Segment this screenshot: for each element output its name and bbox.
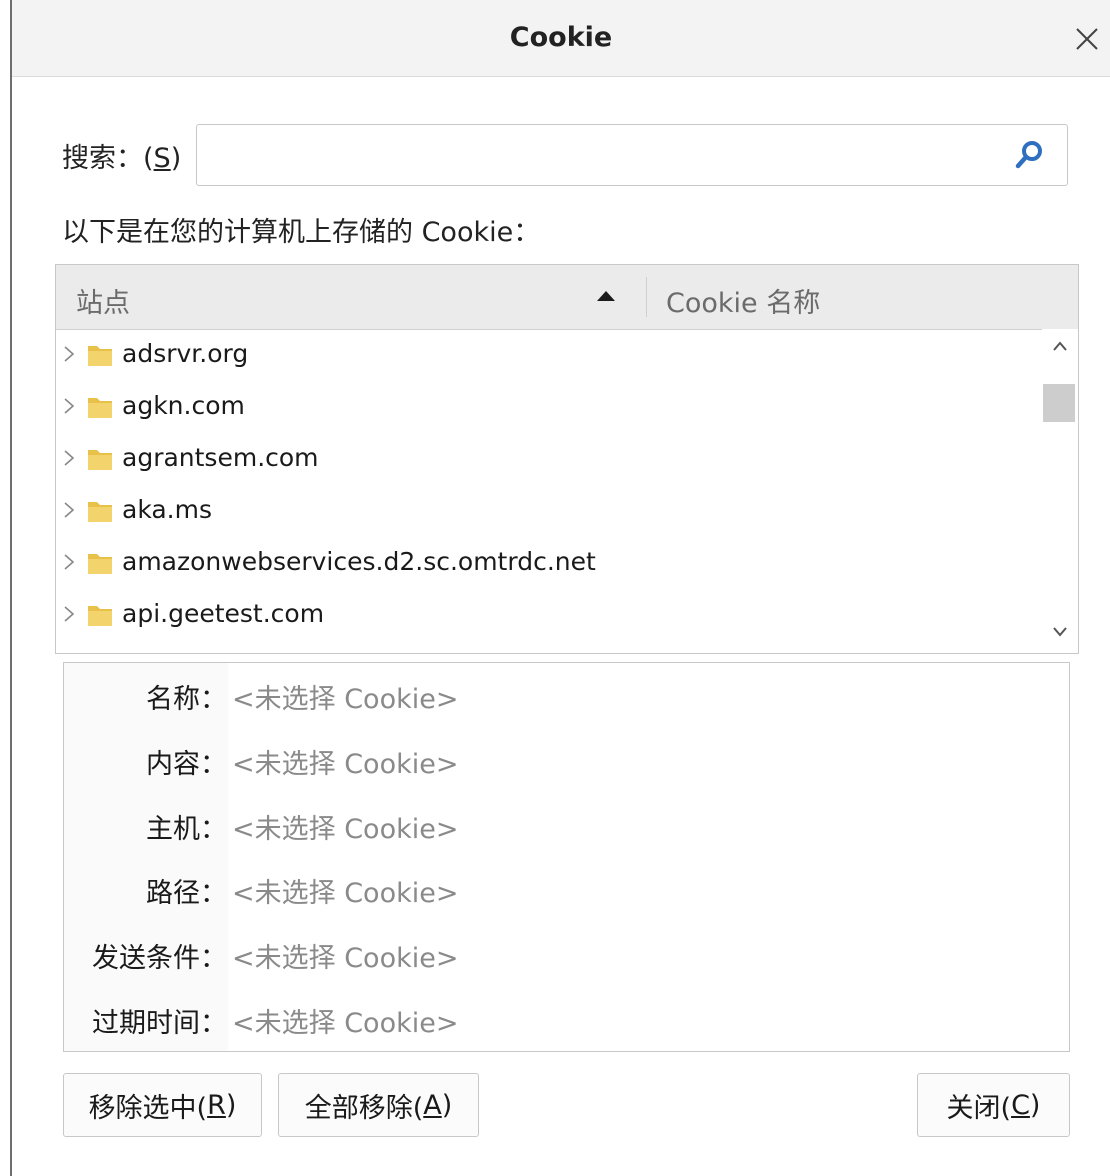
- tree-row-label: agrantsem.com: [122, 443, 319, 472]
- detail-label: 内容：: [146, 749, 227, 780]
- tree-rows: adsrvr.org agkn.com agrantsem.com aka.ms: [56, 329, 1041, 653]
- search-box[interactable]: [196, 124, 1068, 186]
- scroll-down-icon[interactable]: [1052, 625, 1068, 639]
- cookie-details-panel: 名称： <未选择 Cookie> 内容： <未选择 Cookie> 主机： <未…: [63, 662, 1070, 1052]
- tree-row[interactable]: amazonwebservices.d2.sc.omtrdc.net: [56, 537, 1041, 589]
- detail-label: 发送条件：: [92, 943, 227, 974]
- tree-row[interactable]: aka.ms: [56, 485, 1041, 537]
- detail-label: 过期时间：: [92, 1008, 227, 1039]
- background-window-edge: [0, 0, 12, 1176]
- sort-ascending-icon: [597, 291, 615, 301]
- detail-row-path: 路径： <未选择 Cookie>: [64, 857, 1069, 921]
- folder-icon: [88, 606, 112, 626]
- detail-row-host: 主机： <未选择 Cookie>: [64, 793, 1069, 857]
- scroll-up-icon[interactable]: [1052, 339, 1068, 353]
- search-input[interactable]: [205, 133, 999, 179]
- cookie-dialog: Cookie 搜索：(S) 以下是在您的计算机上存储的 Cookie： 站点 C…: [12, 0, 1110, 1176]
- column-divider[interactable]: [646, 277, 647, 317]
- close-button[interactable]: 关闭(C): [917, 1073, 1070, 1137]
- twisty-icon[interactable]: [62, 395, 76, 417]
- column-header-site[interactable]: 站点: [76, 281, 130, 320]
- search-label: 搜索：(S): [62, 143, 182, 174]
- detail-value: <未选择 Cookie>: [232, 1008, 459, 1039]
- detail-label: 名称：: [146, 684, 227, 715]
- tree-row-partial[interactable]: [56, 641, 1041, 653]
- folder-icon: [88, 346, 112, 366]
- tree-row-label: api.geetest.com: [122, 599, 325, 628]
- detail-row-send-for: 发送条件： <未选择 Cookie>: [64, 922, 1069, 986]
- folder-icon: [88, 502, 112, 522]
- tree-row-label: adsrvr.org: [122, 339, 249, 368]
- title-bar: Cookie: [12, 0, 1110, 77]
- twisty-icon[interactable]: [62, 343, 76, 365]
- twisty-icon[interactable]: [62, 499, 76, 521]
- detail-row-name: 名称： <未选择 Cookie>: [64, 663, 1069, 727]
- twisty-icon[interactable]: [62, 603, 76, 625]
- tree-row-label: agkn.com: [122, 391, 245, 420]
- detail-value: <未选择 Cookie>: [232, 749, 459, 780]
- twisty-icon[interactable]: [62, 551, 76, 573]
- tree-row[interactable]: agkn.com: [56, 381, 1041, 433]
- detail-value: <未选择 Cookie>: [232, 684, 459, 715]
- remove-selected-button[interactable]: 移除选中(R): [63, 1073, 262, 1137]
- dialog-title: Cookie: [509, 22, 613, 53]
- folder-icon: [88, 398, 112, 418]
- tree-row[interactable]: agrantsem.com: [56, 433, 1041, 485]
- remove-all-button[interactable]: 全部移除(A): [278, 1073, 479, 1137]
- close-icon[interactable]: [1072, 24, 1102, 54]
- detail-value: <未选择 Cookie>: [232, 943, 459, 974]
- detail-label: 路径：: [146, 878, 227, 909]
- search-icon[interactable]: [1013, 139, 1045, 171]
- detail-label: 主机：: [146, 814, 227, 845]
- detail-row-content: 内容： <未选择 Cookie>: [64, 728, 1069, 792]
- cookie-tree[interactable]: 站点 Cookie 名称 adsrvr.org agkn.com agrants…: [55, 264, 1079, 654]
- detail-row-expires: 过期时间： <未选择 Cookie>: [64, 987, 1069, 1051]
- folder-icon: [88, 450, 112, 470]
- detail-value: <未选择 Cookie>: [232, 814, 459, 845]
- tree-header: 站点 Cookie 名称: [56, 265, 1078, 330]
- folder-icon: [88, 554, 112, 574]
- column-header-cookie-name[interactable]: Cookie 名称: [666, 281, 820, 320]
- tree-row[interactable]: adsrvr.org: [56, 329, 1041, 381]
- tree-row[interactable]: api.geetest.com: [56, 589, 1041, 641]
- detail-value: <未选择 Cookie>: [232, 878, 459, 909]
- twisty-icon[interactable]: [62, 447, 76, 469]
- cookie-list-caption: 以下是在您的计算机上存储的 Cookie：: [62, 217, 541, 248]
- scroll-thumb[interactable]: [1043, 384, 1075, 422]
- tree-row-label: amazonwebservices.d2.sc.omtrdc.net: [122, 547, 596, 576]
- tree-scrollbar[interactable]: [1042, 329, 1078, 653]
- tree-row-label: aka.ms: [122, 495, 213, 524]
